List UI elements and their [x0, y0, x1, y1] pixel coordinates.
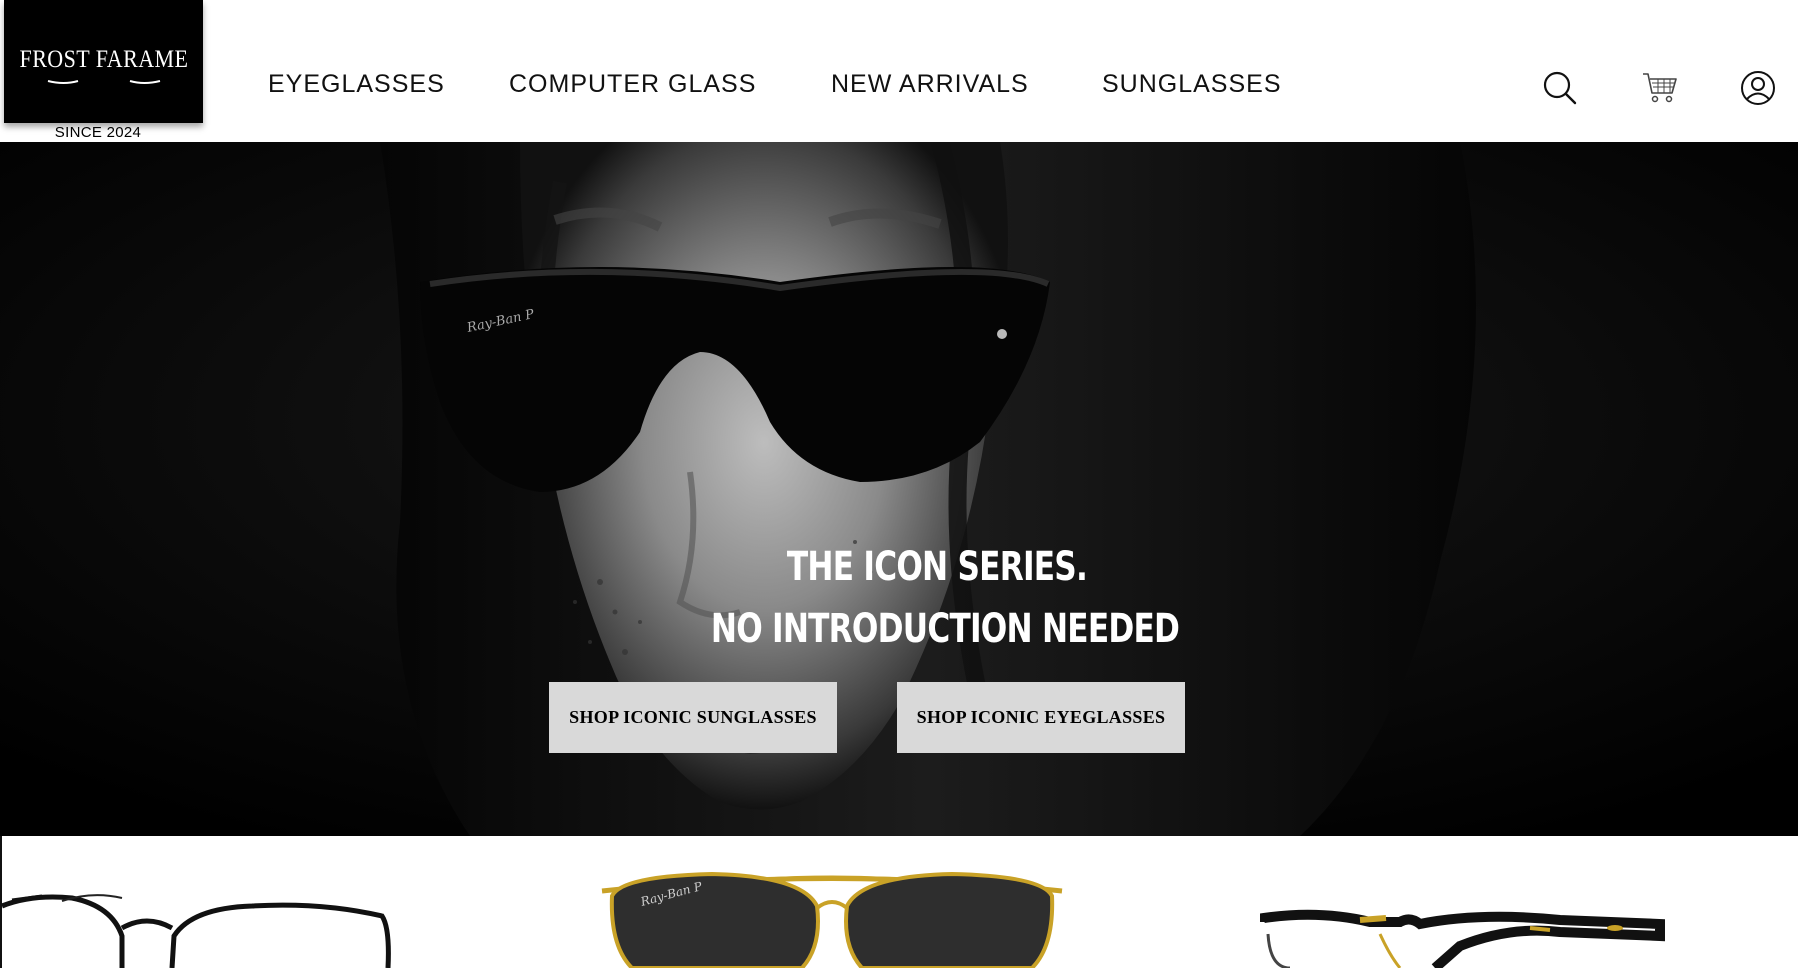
search-button[interactable] [1540, 68, 1580, 108]
brand-tagline: SINCE 2024 [54, 124, 142, 141]
search-icon [1543, 71, 1577, 105]
logo-swoosh-decoration [47, 80, 161, 84]
hero-banner: Ray-Ban P THE ICON SERIES. NO INTRODUCTI… [0, 142, 1798, 836]
shop-iconic-eyeglasses-button[interactable]: SHOP ICONIC EYEGLASSES [897, 682, 1185, 753]
cart-button[interactable] [1640, 68, 1680, 108]
hero-headline-line2: NO INTRODUCTION NEEDED [710, 606, 1180, 652]
product-card-aviator-sunglasses[interactable]: Ray-Ban P [592, 836, 1072, 968]
aviator-sunglasses-image: Ray-Ban P [601, 871, 1063, 968]
nav-item-new-arrivals[interactable]: NEW ARRIVALS [831, 70, 1029, 99]
product-preview-strip: Ray-Ban P [0, 836, 1798, 968]
site-header: FROST FARAME SINCE 2024 EYEGLASSES COMPU… [0, 0, 1798, 142]
brand-logo[interactable]: FROST FARAME [4, 0, 203, 123]
round-eyeglasses-image [2, 894, 391, 968]
account-button[interactable] [1738, 68, 1778, 108]
clubmaster-eyeglasses-image [1259, 909, 1665, 968]
nav-item-sunglasses[interactable]: SUNGLASSES [1102, 70, 1282, 99]
brand-logo-text: FROST FARAME [19, 45, 188, 73]
product-card-round-eyeglasses[interactable] [2, 836, 402, 968]
shop-iconic-sunglasses-button[interactable]: SHOP ICONIC SUNGLASSES [549, 682, 837, 753]
nav-item-computer-glass[interactable]: COMPUTER GLASS [509, 70, 756, 99]
nav-item-eyeglasses[interactable]: EYEGLASSES [268, 70, 445, 99]
product-card-clubmaster-eyeglasses[interactable] [1259, 836, 1680, 968]
hero-headline-line1: THE ICON SERIES. [786, 544, 1088, 590]
user-account-icon [1741, 71, 1775, 105]
cart-icon [1643, 73, 1677, 103]
